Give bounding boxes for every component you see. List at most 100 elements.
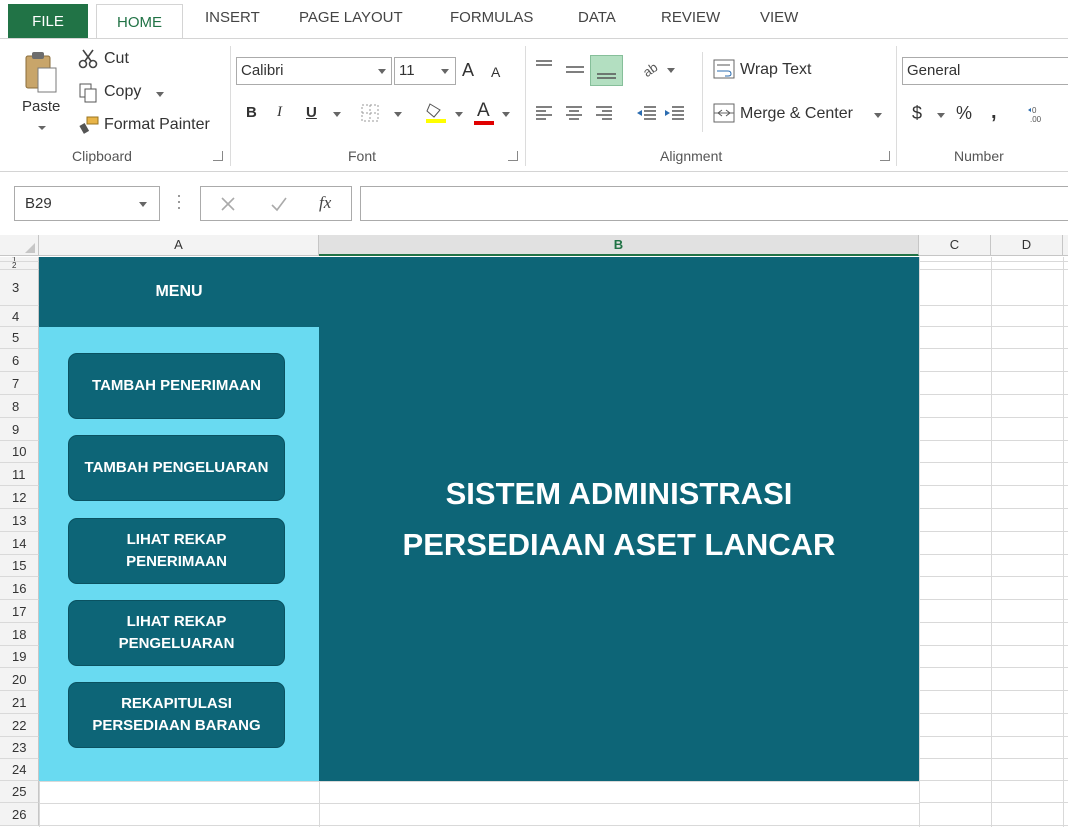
align-top-icon[interactable]: [534, 58, 554, 74]
row-header[interactable]: 13: [0, 509, 39, 532]
row-header[interactable]: 11: [0, 463, 39, 486]
number-format-combobox[interactable]: General: [902, 57, 1068, 85]
copy-button[interactable]: Copy: [104, 83, 141, 101]
tambah-pengeluaran-button[interactable]: TAMBAH PENGELUARAN: [68, 435, 285, 501]
fill-color-dropdown-icon[interactable]: [455, 112, 463, 117]
grid-row-line: [919, 690, 1068, 691]
row-header[interactable]: 5: [0, 327, 39, 349]
clipboard-launcher-icon[interactable]: [213, 151, 223, 161]
borders-icon[interactable]: [361, 104, 379, 122]
row-header[interactable]: 23: [0, 737, 39, 759]
increase-decimal-icon[interactable]: 0.00: [1027, 105, 1055, 124]
alignment-launcher-icon[interactable]: [880, 151, 890, 161]
grid-row-line: [919, 261, 1068, 262]
orientation-icon[interactable]: ab: [640, 58, 662, 80]
font-size-value: 11: [399, 62, 415, 79]
row-header[interactable]: 18: [0, 623, 39, 646]
font-color-dropdown-icon[interactable]: [502, 112, 510, 117]
formula-input[interactable]: [360, 186, 1068, 221]
tab-review[interactable]: REVIEW: [661, 9, 720, 26]
tab-view[interactable]: VIEW: [760, 9, 798, 26]
align-middle-icon[interactable]: [564, 58, 586, 82]
italic-button[interactable]: I: [277, 104, 282, 121]
currency-button[interactable]: $: [912, 103, 922, 124]
align-bottom-button[interactable]: [590, 55, 623, 86]
grow-font-button[interactable]: A: [462, 60, 474, 81]
column-header-e[interactable]: [1063, 235, 1068, 256]
row-header[interactable]: 25: [0, 781, 39, 803]
row-header[interactable]: 10: [0, 441, 39, 463]
copy-dropdown-icon[interactable]: [156, 92, 164, 97]
row-header[interactable]: 4: [0, 306, 39, 327]
paste-dropdown-icon[interactable]: [38, 126, 46, 130]
tab-file[interactable]: FILE: [8, 4, 88, 38]
row-header[interactable]: 24: [0, 759, 39, 781]
align-center-icon[interactable]: [564, 105, 584, 121]
row-header[interactable]: 17: [0, 600, 39, 623]
grid-column-line: [991, 257, 992, 827]
row-header[interactable]: 19: [0, 646, 39, 668]
font-color-button[interactable]: A: [477, 100, 490, 122]
row-header[interactable]: 2: [0, 262, 39, 270]
decrease-indent-icon[interactable]: [636, 105, 658, 121]
font-name-combobox[interactable]: Calibri: [236, 57, 392, 85]
insert-function-button[interactable]: fx: [319, 193, 331, 213]
merge-center-button[interactable]: Merge & Center: [740, 105, 853, 123]
row-header[interactable]: 6: [0, 349, 39, 372]
underline-button[interactable]: U: [306, 104, 317, 121]
align-left-icon[interactable]: [534, 105, 554, 121]
increase-indent-icon[interactable]: [664, 105, 686, 121]
bold-button[interactable]: B: [246, 104, 257, 121]
borders-dropdown-icon[interactable]: [394, 112, 402, 117]
enter-check-icon[interactable]: [271, 196, 287, 212]
fill-color-icon[interactable]: [424, 100, 448, 124]
grid-column-line: [319, 781, 320, 827]
font-launcher-icon[interactable]: [508, 151, 518, 161]
row-header[interactable]: 15: [0, 555, 39, 577]
comma-style-button[interactable]: ,: [991, 101, 997, 124]
select-all-corner[interactable]: [0, 235, 39, 256]
align-right-icon[interactable]: [594, 105, 614, 121]
row-header[interactable]: 3: [0, 270, 39, 306]
row-header[interactable]: 7: [0, 372, 39, 395]
currency-dropdown-icon[interactable]: [937, 113, 945, 118]
lihat-rekap-pengeluaran-button[interactable]: LIHAT REKAP PENGELUARAN: [68, 600, 285, 666]
svg-text:ab: ab: [640, 59, 660, 78]
tab-data[interactable]: DATA: [578, 9, 616, 26]
cancel-icon[interactable]: [221, 197, 235, 211]
row-header[interactable]: 8: [0, 395, 39, 418]
format-painter-button[interactable]: Format Painter: [104, 116, 210, 134]
shrink-font-button[interactable]: A: [491, 64, 500, 80]
column-header-d[interactable]: D: [991, 235, 1063, 256]
column-header-a[interactable]: A: [39, 235, 319, 256]
row-header[interactable]: 12: [0, 486, 39, 509]
tambah-penerimaan-button[interactable]: TAMBAH PENERIMAAN: [68, 353, 285, 419]
row-header[interactable]: 26: [0, 803, 39, 826]
row-header[interactable]: 16: [0, 577, 39, 600]
percent-button[interactable]: %: [956, 103, 972, 124]
cut-button[interactable]: Cut: [104, 50, 129, 68]
column-header-b[interactable]: B: [319, 235, 919, 256]
merge-center-dropdown-icon[interactable]: [874, 113, 882, 118]
formula-bar-splitter[interactable]: [178, 195, 180, 211]
row-header[interactable]: 20: [0, 668, 39, 691]
tab-insert[interactable]: INSERT: [205, 9, 260, 26]
row-header[interactable]: 9: [0, 418, 39, 441]
wrap-text-button[interactable]: Wrap Text: [740, 61, 811, 79]
row-header[interactable]: 14: [0, 532, 39, 555]
name-box[interactable]: B29: [14, 186, 160, 221]
row-header[interactable]: 21: [0, 691, 39, 714]
paste-button[interactable]: Paste: [22, 98, 60, 115]
title-panel: SISTEM ADMINISTRASI PERSEDIAAN ASET LANC…: [319, 257, 919, 781]
row-header[interactable]: 22: [0, 714, 39, 737]
column-header-c[interactable]: C: [919, 235, 991, 256]
lihat-rekap-penerimaan-button[interactable]: LIHAT REKAP PENERIMAAN: [68, 518, 285, 584]
paste-icon[interactable]: [22, 50, 60, 94]
orientation-dropdown-icon[interactable]: [667, 68, 675, 73]
font-size-combobox[interactable]: 11: [394, 57, 456, 85]
tab-home[interactable]: HOME: [96, 4, 183, 39]
tab-page-layout[interactable]: PAGE LAYOUT: [299, 9, 403, 26]
underline-dropdown-icon[interactable]: [333, 112, 341, 117]
tab-formulas[interactable]: FORMULAS: [450, 9, 533, 26]
rekapitulasi-persediaan-barang-button[interactable]: REKAPITULASI PERSEDIAAN BARANG: [68, 682, 285, 748]
